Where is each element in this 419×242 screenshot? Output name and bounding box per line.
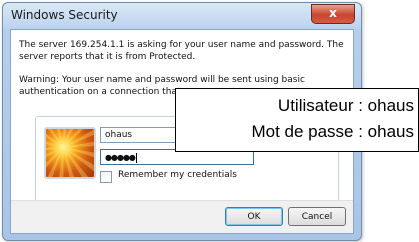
server-message: The server 169.254.1.1 is asking for you… [19, 40, 344, 62]
ok-button[interactable]: OK [225, 207, 283, 226]
button-bar: OK Cancel [11, 200, 353, 233]
close-button[interactable]: x [311, 4, 355, 24]
user-avatar-icon [44, 127, 96, 179]
remember-checkbox[interactable] [100, 171, 112, 183]
text-caret [135, 152, 137, 163]
password-value: ●●●●● [105, 153, 136, 162]
remember-label[interactable]: Remember my credentials [118, 170, 237, 180]
close-icon: x [329, 6, 337, 20]
credentials-annotation: Utilisateur : ohaus Mot de passe : ohaus [175, 88, 419, 152]
title-bar[interactable]: Windows Security x [3, 3, 361, 29]
cancel-button[interactable]: Cancel [288, 207, 346, 226]
annotation-user-line: Utilisateur : ohaus [277, 96, 414, 115]
username-value: ohaus [105, 130, 133, 140]
window-title: Windows Security [11, 8, 118, 22]
annotation-password-line: Mot de passe : ohaus [251, 122, 414, 141]
